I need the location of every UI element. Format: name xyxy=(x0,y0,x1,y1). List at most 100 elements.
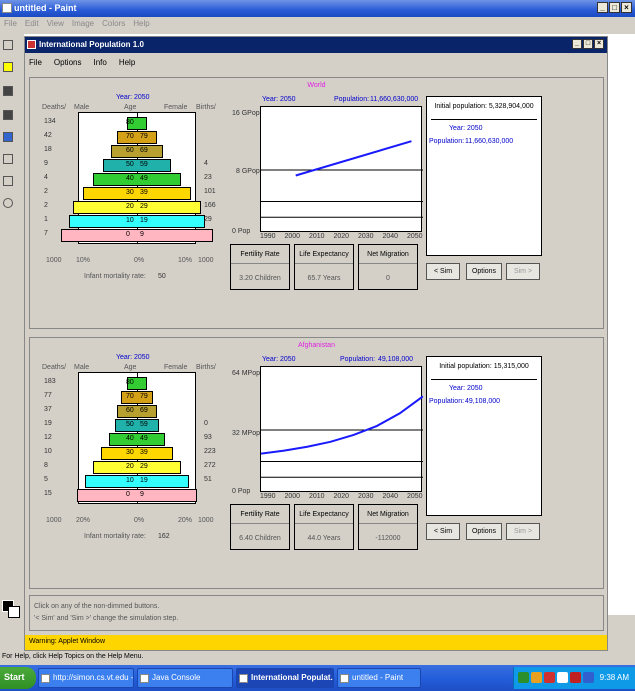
female-header: Female xyxy=(164,364,188,371)
life-expectancy-title: Life Expectancy xyxy=(299,251,349,258)
pyramid-bar xyxy=(103,159,171,172)
deaths-header: Deaths/ xyxy=(42,364,67,371)
chart-year-label: Year: xyxy=(262,356,279,363)
close-button[interactable]: × xyxy=(621,2,632,13)
paint-status-bar: For Help, click Help Topics on the Help … xyxy=(2,653,144,660)
sim-forward-button[interactable]: Sim > xyxy=(506,263,540,280)
menu-options[interactable]: Options xyxy=(54,58,82,67)
fertility-rate-title: Fertility Rate xyxy=(240,511,280,518)
paint-menu-help[interactable]: Help xyxy=(133,19,149,29)
age-label: 20 xyxy=(126,463,134,470)
pyramid-year-label: Year: xyxy=(116,94,133,101)
x-tick-label: 1990 xyxy=(260,493,276,500)
life-expectancy-box[interactable]: Life Expectancy 44.0 Years xyxy=(294,504,354,550)
simulation-info-box: Initial population: 15,315,000 Year: 205… xyxy=(426,356,542,516)
ellipse-tool-icon[interactable] xyxy=(3,198,13,208)
picker-tool-icon[interactable] xyxy=(3,86,13,96)
applet-window-controls: _ □ × xyxy=(572,39,604,49)
paint-menu-colors[interactable]: Colors xyxy=(102,19,125,29)
paint-menu-view[interactable]: View xyxy=(47,19,64,29)
task-browser[interactable]: http://simon.cs.vt.edu - ... xyxy=(38,668,134,688)
menu-file[interactable]: File xyxy=(29,58,42,67)
births-value: 4 xyxy=(204,160,208,167)
net-migration-box[interactable]: Net Migration -112000 xyxy=(358,504,418,550)
menu-help[interactable]: Help xyxy=(119,58,135,67)
sim-back-button[interactable]: < Sim xyxy=(426,523,460,540)
chart-year: 2050 xyxy=(280,356,296,363)
x-tick-label: 2010 xyxy=(309,233,325,240)
male-header: Male xyxy=(74,104,90,111)
x-tick-label: 2020 xyxy=(333,493,350,500)
network-icon[interactable] xyxy=(518,672,529,683)
paint-menu-file[interactable]: File xyxy=(4,19,17,29)
births-value: 101 xyxy=(204,188,216,195)
mail-icon[interactable] xyxy=(570,672,581,683)
minimize-button[interactable]: _ xyxy=(597,2,608,13)
sim-forward-button[interactable]: Sim > xyxy=(506,523,540,540)
info-population: 11,660,630,000 xyxy=(465,138,514,145)
menu-info[interactable]: Info xyxy=(93,58,106,67)
population-chart-svg xyxy=(261,140,423,218)
applet-minimize-button[interactable]: _ xyxy=(572,39,582,49)
applet-close-button[interactable]: × xyxy=(594,39,604,49)
deaths-value: 7 xyxy=(44,230,48,237)
deaths-value: 9 xyxy=(44,160,48,167)
x-tick-label: 2040 xyxy=(382,493,399,500)
paint-menu-image[interactable]: Image xyxy=(72,19,94,29)
tray-icons xyxy=(518,672,594,683)
net-migration-value: -112000 xyxy=(375,535,401,542)
life-expectancy-box[interactable]: Life Expectancy 65.7 Years xyxy=(294,244,354,290)
paint-title: untitled - Paint xyxy=(14,3,77,13)
deaths-value: 18 xyxy=(44,146,52,153)
info-population-label: Population: xyxy=(429,138,465,145)
maximize-button[interactable]: □ xyxy=(609,2,620,13)
security-icon[interactable] xyxy=(531,672,542,683)
male-header: Male xyxy=(74,364,90,371)
age-label: 0 xyxy=(126,231,130,238)
scale-right: 1000 xyxy=(198,517,214,524)
age-label: 40 xyxy=(126,175,134,182)
sim-back-button[interactable]: < Sim xyxy=(426,263,460,280)
fertility-rate-box[interactable]: Fertility Rate 3.20 Children xyxy=(230,244,290,290)
rectangle-tool-icon[interactable] xyxy=(3,176,13,186)
fertility-rate-box[interactable]: Fertility Rate 6.40 Children xyxy=(230,504,290,550)
info-divider xyxy=(431,119,537,120)
help-line-2: '< Sim' and 'Sim >' change the simulatio… xyxy=(34,615,179,622)
pencil-tool-icon[interactable] xyxy=(3,110,13,120)
info-year-label: Year: xyxy=(449,385,466,392)
antivirus-icon[interactable] xyxy=(544,672,555,683)
line-tool-icon[interactable] xyxy=(3,154,13,164)
start-button[interactable]: Start xyxy=(0,667,36,689)
applet-maximize-button[interactable]: □ xyxy=(583,39,593,49)
task-java-console[interactable]: Java Console xyxy=(137,668,233,688)
background-color-swatch[interactable] xyxy=(8,606,20,618)
deaths-value: 19 xyxy=(44,420,52,427)
options-button[interactable]: Options xyxy=(466,263,502,280)
task-international-population[interactable]: International Populat... xyxy=(236,668,334,688)
net-migration-box[interactable]: Net Migration 0 xyxy=(358,244,418,290)
age-label: 80 xyxy=(126,379,134,386)
births-header: Births/ xyxy=(196,364,216,371)
age-label-upper: 59 xyxy=(140,161,148,168)
update-icon[interactable] xyxy=(583,672,594,683)
chart-year-label: Year: xyxy=(262,96,279,103)
help-line-1: Click on any of the non-dimmed buttons. xyxy=(34,603,160,610)
age-label: 60 xyxy=(126,147,134,154)
select-tool-icon[interactable] xyxy=(3,40,13,50)
y-axis-top: 16 GPop xyxy=(232,110,260,117)
population-pyramid: 80 70 79 60 69 50 59 40 49 30 39 20 29 10 19 0 9 xyxy=(77,372,197,504)
paint-menu-edit[interactable]: Edit xyxy=(25,19,39,29)
deaths-value: 1 xyxy=(44,216,48,223)
options-button[interactable]: Options xyxy=(466,523,502,540)
fill-tool-icon[interactable] xyxy=(3,132,13,142)
eraser-tool-icon[interactable] xyxy=(3,62,13,72)
scale-right: 1000 xyxy=(198,257,214,264)
y-axis-mid: 32 MPop xyxy=(232,430,261,437)
net-migration-title: Net Migration xyxy=(367,251,409,258)
scale-pct-left: 10% xyxy=(76,257,91,264)
fertility-rate-value: 6.40 Children xyxy=(239,535,281,542)
age-label-upper: 39 xyxy=(140,449,148,456)
x-tick-label: 2040 xyxy=(382,233,399,240)
task-paint[interactable]: untitled - Paint xyxy=(337,668,421,688)
volume-icon[interactable] xyxy=(557,672,568,683)
